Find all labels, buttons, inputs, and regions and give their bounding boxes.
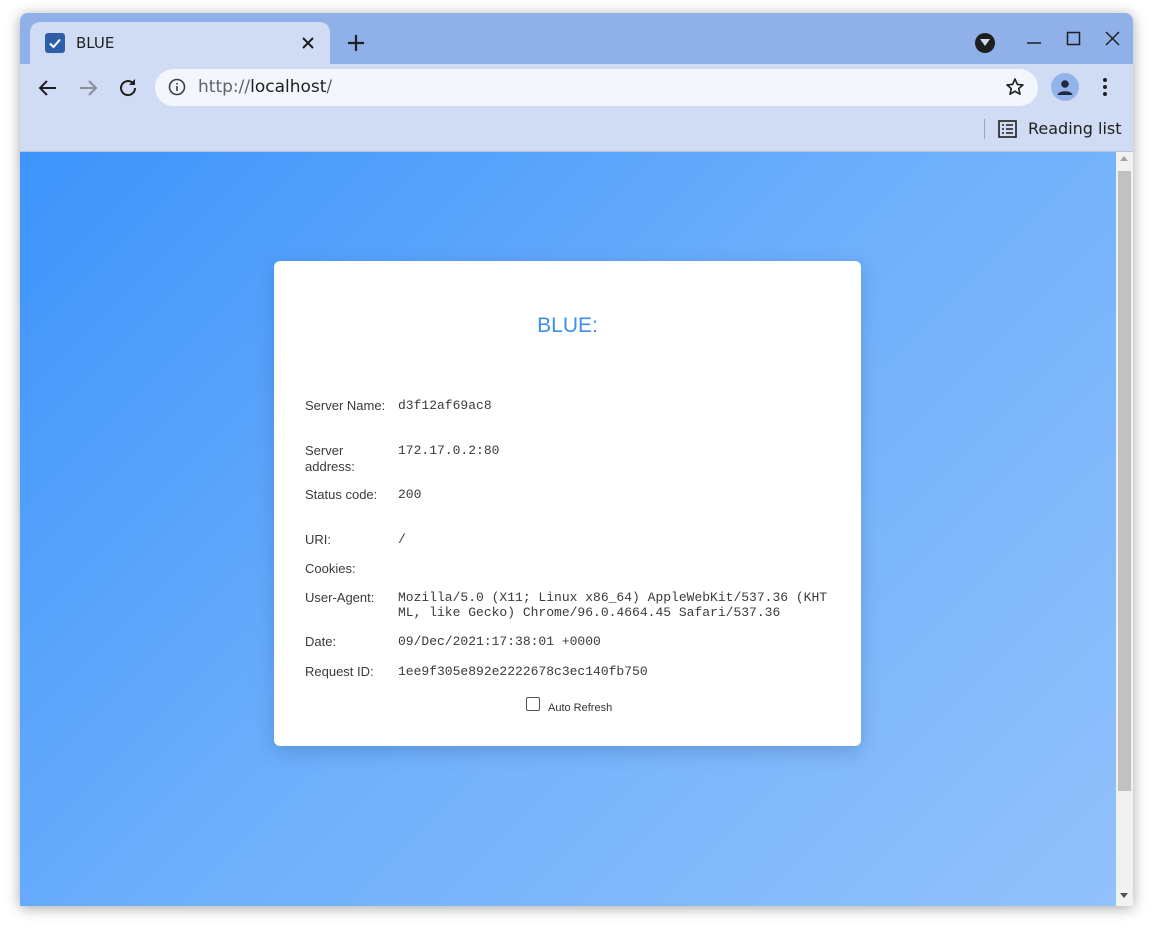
row-value: d3f12af69ac8 (398, 398, 492, 413)
row-label: User-Agent: (305, 590, 375, 605)
tab-blue[interactable]: BLUE (30, 22, 330, 64)
row-label: Status code: (305, 487, 378, 502)
tab-title: BLUE (76, 34, 115, 52)
url-path: / (326, 77, 333, 97)
address-bar[interactable]: http://localhost/ (155, 69, 1038, 106)
tab-close-icon[interactable] (300, 35, 316, 51)
forward-arrow-icon[interactable] (77, 77, 99, 99)
url-text: http://localhost/ (198, 77, 332, 97)
row-value: Mozilla/5.0 (X11; Linux x86_64) AppleWeb… (398, 590, 828, 620)
row-value: 200 (398, 487, 422, 502)
row-value: 09/Dec/2021:17:38:01 +0000 (398, 634, 601, 649)
page-title: BLUE: (537, 314, 598, 337)
browser-window: BLUE http://localhost/ Reading list BLUE… (20, 13, 1133, 906)
row-label: Request ID: (305, 664, 374, 679)
scroll-down-arrow-icon[interactable] (1120, 893, 1128, 898)
profile-avatar-icon[interactable] (1051, 73, 1079, 101)
row-label: Date: (305, 634, 337, 649)
maximize-icon[interactable] (1064, 29, 1084, 49)
new-tab-plus-icon[interactable] (346, 33, 366, 53)
auto-refresh-label[interactable]: Auto Refresh (548, 702, 612, 714)
checkbox-icon (45, 33, 65, 53)
row-value: 172.17.0.2:80 (398, 443, 500, 458)
scroll-up-arrow-icon[interactable] (1120, 156, 1128, 161)
row-label: URI: (305, 532, 331, 547)
scrollbar-thumb[interactable] (1118, 171, 1131, 791)
reading-list-icon (998, 120, 1017, 138)
row-label: Cookies: (305, 561, 356, 576)
url-host: localhost (250, 77, 327, 97)
row-value: 1ee9f305e892e2222678c3ec140fb750 (398, 664, 648, 679)
row-value: / (398, 532, 406, 547)
row-label: Server Name: (305, 398, 386, 413)
bookmarks-divider (984, 119, 985, 139)
minimize-icon[interactable] (1024, 31, 1044, 51)
window-close-icon[interactable] (1103, 29, 1123, 49)
site-info-icon[interactable] (168, 78, 186, 96)
auto-refresh-checkbox[interactable] (526, 697, 540, 711)
url-scheme: http:// (198, 77, 251, 97)
back-arrow-icon[interactable] (37, 77, 59, 99)
reading-list-label: Reading list (1028, 119, 1122, 138)
bookmark-star-icon[interactable] (1005, 77, 1025, 97)
tab-strip: BLUE (20, 13, 1133, 64)
vertical-scrollbar[interactable] (1116, 152, 1133, 906)
page-viewport: BLUE: Server Name: d3f12af69ac8 Server a… (20, 151, 1133, 906)
row-label: Server address: (305, 443, 355, 474)
tab-search-chevron-icon[interactable] (975, 33, 995, 53)
info-card: BLUE: Server Name: d3f12af69ac8 Server a… (274, 261, 861, 746)
kebab-menu-icon[interactable] (1096, 76, 1114, 98)
reload-icon[interactable] (117, 77, 139, 99)
